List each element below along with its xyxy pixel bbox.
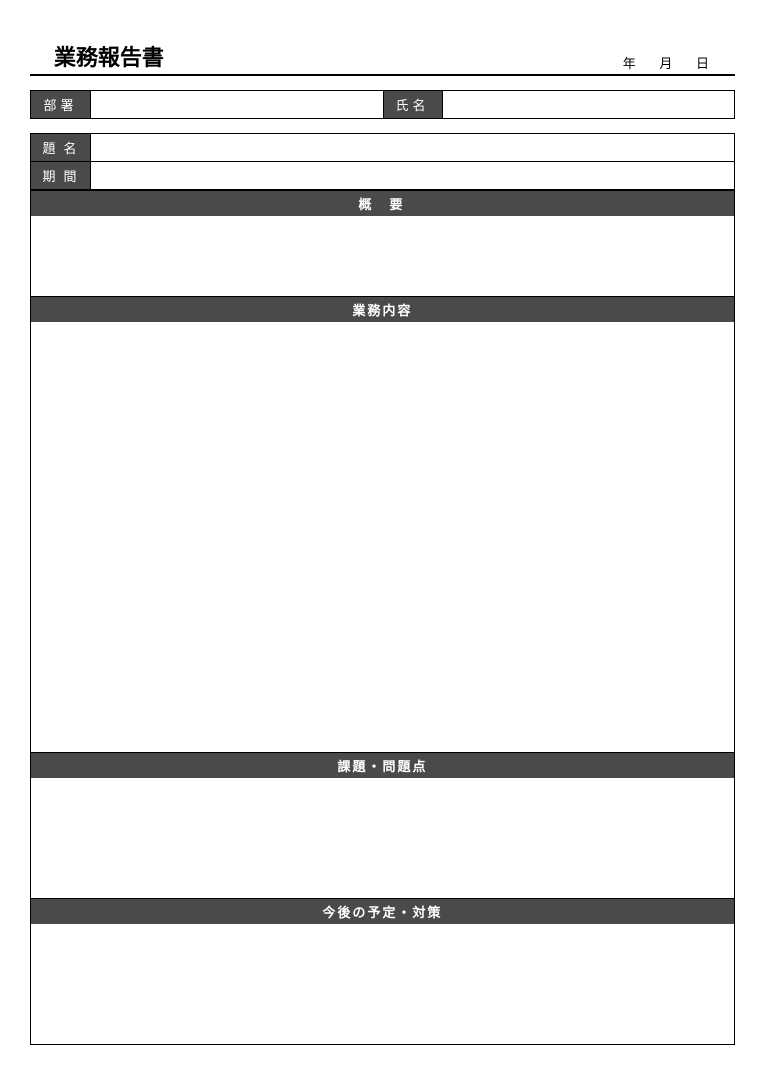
subject-row: 題名 xyxy=(31,134,734,162)
subject-input[interactable] xyxy=(91,134,734,161)
subject-label: 題名 xyxy=(31,134,91,161)
issues-body[interactable] xyxy=(31,778,734,898)
header-row: 業務報告書 年 月 日 xyxy=(30,40,735,76)
info-row: 部署 氏名 xyxy=(30,90,735,119)
content-body[interactable] xyxy=(31,322,734,752)
day-label: 日 xyxy=(696,56,711,71)
dept-label: 部署 xyxy=(31,91,91,118)
period-row: 期間 xyxy=(31,162,734,190)
document-title: 業務報告書 xyxy=(30,40,164,72)
name-input[interactable] xyxy=(443,91,735,118)
main-box: 題名 期間 概要 業務内容 課題・問題点 今後の予定・対策 xyxy=(30,133,735,1045)
summary-body[interactable] xyxy=(31,216,734,296)
dept-input[interactable] xyxy=(91,91,383,118)
issues-header: 課題・問題点 xyxy=(31,752,734,778)
name-label: 氏名 xyxy=(383,91,443,118)
date-line: 年 月 日 xyxy=(621,53,735,72)
plan-body[interactable] xyxy=(31,924,734,1044)
year-label: 年 xyxy=(623,56,638,71)
period-input[interactable] xyxy=(91,162,734,189)
plan-header: 今後の予定・対策 xyxy=(31,898,734,924)
period-label: 期間 xyxy=(31,162,91,189)
content-header: 業務内容 xyxy=(31,296,734,322)
month-label: 月 xyxy=(659,56,674,71)
summary-header: 概要 xyxy=(31,190,734,216)
